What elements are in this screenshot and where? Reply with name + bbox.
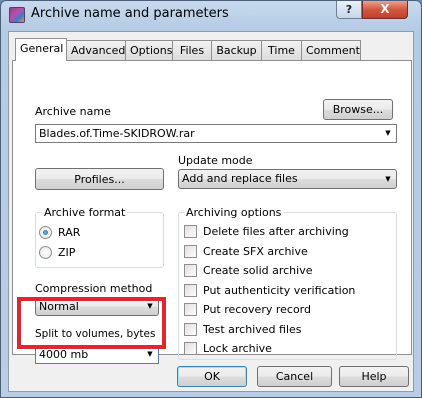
create-solid-checkbox[interactable] <box>184 264 197 277</box>
update-mode-value: Add and replace files <box>182 172 298 185</box>
dropdown-arrow-icon[interactable]: ▼ <box>380 170 396 188</box>
update-mode-combo[interactable]: Add and replace files ▼ <box>178 169 397 189</box>
dialog-window: Archive name and parameters ? X General … <box>0 0 422 398</box>
test-files-label[interactable]: Test archived files <box>203 323 302 336</box>
tab-general[interactable]: General <box>15 38 67 61</box>
close-button[interactable]: X <box>362 1 408 19</box>
lock-archive-label[interactable]: Lock archive <box>203 342 272 355</box>
rar-label[interactable]: RAR <box>58 226 80 239</box>
zip-radio[interactable] <box>39 246 52 259</box>
create-sfx-label[interactable]: Create SFX archive <box>203 245 308 258</box>
rar-radio[interactable] <box>39 226 52 239</box>
tab-time[interactable]: Time <box>261 40 302 60</box>
update-mode-label: Update mode <box>178 154 253 167</box>
tab-advanced[interactable]: Advanced <box>66 40 126 60</box>
create-sfx-checkbox[interactable] <box>184 245 197 258</box>
winrar-app-icon <box>9 7 25 23</box>
delete-files-checkbox[interactable] <box>184 225 197 238</box>
title-bar[interactable]: Archive name and parameters ? X <box>1 1 421 31</box>
tab-backup[interactable]: Backup <box>211 40 262 60</box>
delete-files-label[interactable]: Delete files after archiving <box>203 225 349 238</box>
browse-button[interactable]: Browse... <box>323 99 393 120</box>
archive-name-combo[interactable]: Blades.of.Time-SKIDROW.rar ▼ <box>35 124 397 143</box>
compression-method-label: Compression method <box>35 282 153 295</box>
recovery-record-label[interactable]: Put recovery record <box>203 303 311 316</box>
zip-label[interactable]: ZIP <box>58 246 75 259</box>
tab-options[interactable]: Options <box>125 40 173 60</box>
archive-format-group <box>35 212 164 268</box>
archive-format-title: Archive format <box>42 206 128 219</box>
archive-name-value: Blades.of.Time-SKIDROW.rar <box>39 127 195 140</box>
ok-button[interactable]: OK <box>177 366 247 387</box>
create-solid-label[interactable]: Create solid archive <box>203 264 312 277</box>
archiving-options-title: Archiving options <box>184 206 284 219</box>
authenticity-checkbox[interactable] <box>184 284 197 297</box>
split-volumes-value: 4000 mb <box>39 348 89 361</box>
dropdown-arrow-icon[interactable]: ▼ <box>380 125 396 142</box>
title-help-button[interactable]: ? <box>336 1 362 19</box>
tab-files[interactable]: Files <box>172 40 212 60</box>
archive-name-label: Archive name <box>35 105 111 118</box>
help-button[interactable]: Help <box>339 366 409 387</box>
cancel-button[interactable]: Cancel <box>257 366 332 387</box>
authenticity-label[interactable]: Put authenticity verification <box>203 284 355 297</box>
profiles-button[interactable]: Profiles... <box>35 168 164 190</box>
lock-archive-checkbox[interactable] <box>184 342 197 355</box>
window-title: Archive name and parameters <box>31 6 229 21</box>
tab-comment[interactable]: Comment <box>301 40 361 60</box>
recovery-record-checkbox[interactable] <box>184 303 197 316</box>
red-highlight-box <box>17 297 166 349</box>
test-files-checkbox[interactable] <box>184 323 197 336</box>
